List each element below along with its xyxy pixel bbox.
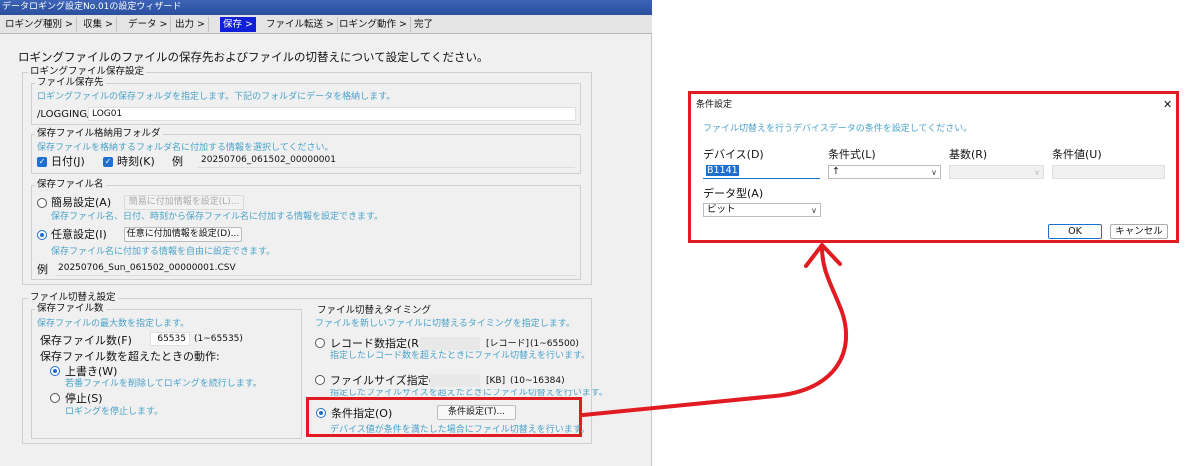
condition-value-label: 条件値(U) bbox=[1052, 148, 1102, 161]
device-value: B1141 bbox=[706, 165, 739, 176]
dialog-description: ファイル切替えを行うデバイスデータの条件を設定してください。 bbox=[703, 124, 973, 134]
condition-dialog: 条件設定 ✕ ファイル切替えを行うデバイスデータの条件を設定してください。 デバ… bbox=[688, 91, 1179, 243]
radix-label: 基数(R) bbox=[949, 148, 988, 161]
condition-expr-value: ↑ bbox=[832, 166, 840, 177]
radix-select[interactable]: ∨ bbox=[949, 165, 1044, 179]
device-label: デバイス(D) bbox=[703, 148, 764, 161]
chevron-down-icon: ∨ bbox=[811, 206, 817, 215]
dialog-title: 条件設定 bbox=[696, 100, 733, 110]
chevron-down-icon: ∨ bbox=[931, 168, 937, 177]
close-icon[interactable]: ✕ bbox=[1163, 99, 1172, 110]
condition-value-input[interactable] bbox=[1052, 165, 1165, 179]
ok-button[interactable]: OK bbox=[1048, 224, 1102, 239]
datatype-label: データ型(A) bbox=[703, 187, 764, 200]
datatype-select[interactable]: ビット ∨ bbox=[703, 203, 821, 217]
datatype-value: ビット bbox=[707, 204, 736, 215]
condition-expr-select[interactable]: ↑ ∨ bbox=[828, 165, 941, 179]
cancel-button[interactable]: キャンセル bbox=[1110, 224, 1168, 239]
chevron-down-icon: ∨ bbox=[1034, 168, 1040, 177]
device-input[interactable]: B1141 bbox=[703, 165, 820, 179]
condition-expr-label: 条件式(L) bbox=[828, 148, 876, 161]
